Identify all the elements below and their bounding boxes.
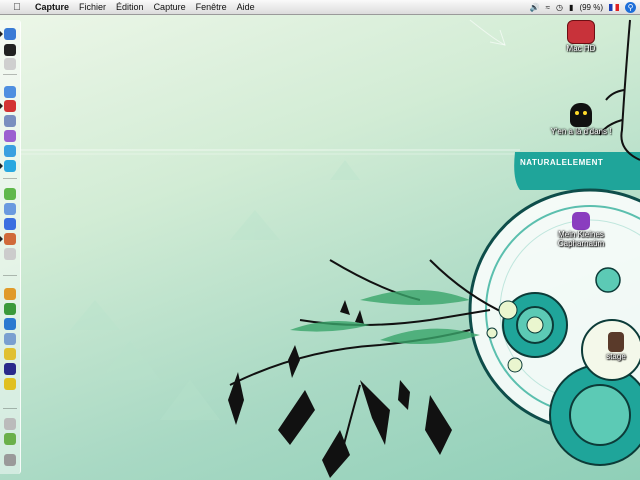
desktop-icon-label: stage	[606, 352, 626, 361]
desktop-wallpaper	[20, 19, 640, 478]
wallpaper-logo: NATURALELEMENT	[520, 158, 604, 167]
dock-separator	[3, 408, 17, 409]
running-indicator	[0, 163, 3, 169]
dock-separator	[3, 74, 17, 75]
folder-icon	[570, 103, 592, 127]
finder-icon[interactable]	[4, 28, 16, 40]
safari-icon[interactable]	[4, 86, 16, 98]
iphoto-icon[interactable]	[4, 203, 16, 215]
desktop-icon-label: Mein Kleines Capharnaüm	[557, 230, 605, 248]
preview-icon[interactable]	[4, 58, 16, 70]
desktop-icon-capharnaum[interactable]: Mein Kleines Capharnaüm	[548, 212, 614, 248]
dock-separator	[3, 275, 17, 276]
menu-bar:  Capture Fichier Édition Capture Fenêtr…	[0, 0, 640, 15]
desktop-icon-stage[interactable]: stage	[598, 332, 634, 361]
running-indicator	[0, 31, 3, 37]
desktop-icon-yen-a-la[interactable]: Y'en a là d'dans !	[538, 103, 624, 136]
textedit-icon[interactable]	[4, 333, 16, 345]
numbers-icon[interactable]	[4, 318, 16, 330]
keynote-icon[interactable]	[4, 303, 16, 315]
menu-aide[interactable]: Aide	[237, 2, 255, 12]
folder-icon	[608, 332, 624, 352]
folder-icon	[572, 212, 590, 230]
downloads-icon[interactable]	[4, 418, 16, 430]
dock-separator	[3, 178, 17, 179]
desktop-icon-mac-hd[interactable]: Mac HD	[555, 20, 607, 53]
browser-icon[interactable]	[4, 218, 16, 230]
menu-fenetre[interactable]: Fenêtre	[196, 2, 227, 12]
dock	[0, 20, 21, 474]
battery-percent[interactable]: (99 %)	[579, 3, 603, 12]
desktop-icon-label: Mac HD	[566, 44, 596, 53]
hard-drive-icon	[567, 20, 595, 44]
menu-capture[interactable]: Capture	[154, 2, 186, 12]
apple-icon[interactable]: 	[10, 2, 24, 13]
desktop-icon-label: Y'en a là d'dans !	[550, 127, 612, 136]
pages-icon[interactable]	[4, 288, 16, 300]
spotlight-icon[interactable]: ⚲	[625, 1, 636, 13]
itunes-icon[interactable]	[4, 188, 16, 200]
menu-app-name[interactable]: Capture	[35, 2, 69, 12]
utility-icon[interactable]	[4, 233, 16, 245]
clock-icon[interactable]: ◷	[556, 3, 563, 12]
mail-icon[interactable]	[4, 115, 16, 127]
app-icon[interactable]	[4, 248, 16, 260]
battery-icon[interactable]: ▮	[569, 3, 573, 12]
menu-fichier[interactable]: Fichier	[79, 2, 106, 12]
tools-icon[interactable]	[4, 433, 16, 445]
trash-icon[interactable]	[4, 454, 16, 466]
volume-icon[interactable]: 🔊	[530, 3, 540, 12]
adium-icon[interactable]	[4, 100, 16, 112]
grapher-icon[interactable]	[4, 348, 16, 360]
wifi-icon[interactable]: ≈	[546, 3, 550, 12]
network-icon[interactable]	[4, 145, 16, 157]
menu-edition[interactable]: Édition	[116, 2, 144, 12]
dashboard-icon[interactable]	[4, 44, 16, 56]
warning-icon[interactable]	[4, 378, 16, 390]
colors-icon[interactable]	[4, 363, 16, 375]
running-indicator	[0, 103, 3, 109]
skype-icon[interactable]	[4, 160, 16, 172]
ichat-icon[interactable]	[4, 130, 16, 142]
running-indicator	[0, 236, 3, 242]
flag-fr-icon[interactable]	[609, 3, 619, 11]
